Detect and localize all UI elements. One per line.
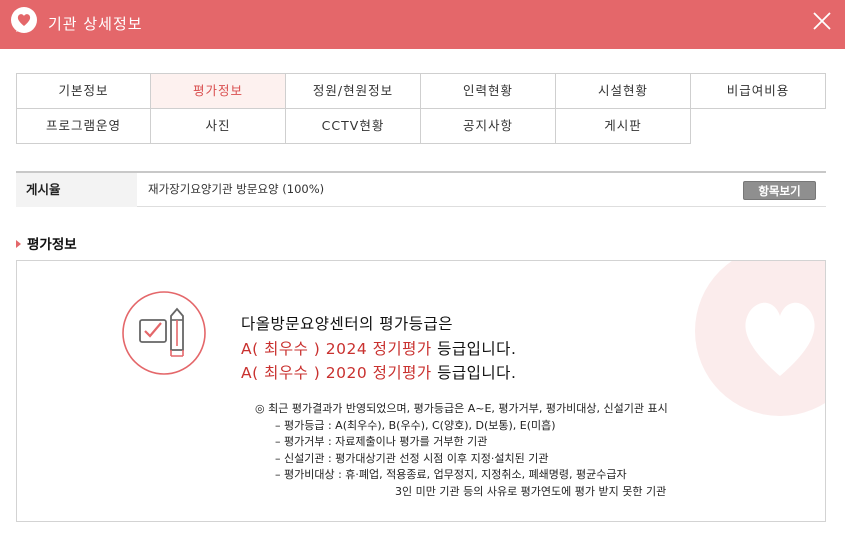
- grade-value: A( 최우수 ): [241, 340, 321, 358]
- posting-rate-row: 게시율 재가장기요양기관 방문요양 (100%) 항목보기: [16, 171, 826, 207]
- note-grades: – 평가등급 : A(최우수), B(우수), C(양호), D(보통), E(…: [275, 418, 556, 432]
- note-excluded-cont: 3인 미만 기관 등의 사유로 평가연도에 평가 받지 못한 기관: [395, 484, 667, 498]
- tab-facility-status[interactable]: 시설현황: [555, 73, 691, 109]
- heart-logo-icon: [11, 7, 37, 33]
- grade-headline: 다올방문요양센터의 평가등급은: [241, 315, 454, 333]
- close-icon[interactable]: [811, 10, 833, 32]
- tab-program[interactable]: 프로그램운영: [16, 108, 151, 144]
- tab-board[interactable]: 게시판: [555, 108, 691, 144]
- grade-notes: ◎ 최근 평가결과가 반영되었으며, 평가등급은 A~E, 평가거부, 평가비대…: [255, 401, 668, 500]
- triangle-bullet-icon: [16, 240, 21, 248]
- grade-year-type: 2020 정기평가: [325, 364, 432, 382]
- checklist-pencil-icon: [122, 291, 206, 375]
- grade-value: A( 최우수 ): [241, 364, 321, 382]
- section-title-text: 평가정보: [27, 237, 77, 253]
- tab-photos[interactable]: 사진: [150, 108, 286, 144]
- posting-rate-value: 재가장기요양기관 방문요양 (100%): [148, 182, 325, 196]
- view-items-button[interactable]: 항목보기: [743, 181, 816, 200]
- grade-year-type: 2024 정기평가: [325, 340, 432, 358]
- posting-rate-label: 게시율: [16, 173, 137, 207]
- tab-notices[interactable]: 공지사항: [420, 108, 556, 144]
- note-intro: ◎ 최근 평가결과가 반영되었으며, 평가등급은 A~E, 평가거부, 평가비대…: [255, 402, 668, 415]
- note-excluded: – 평가비대상 : 휴·폐업, 적용종료, 업무정지, 지정취소, 폐쇄명령, …: [275, 468, 627, 481]
- title-bar: 기관 상세정보: [0, 0, 845, 49]
- tab-capacity-info[interactable]: 정원/현원정보: [285, 73, 421, 109]
- grade-suffix: 등급입니다.: [437, 364, 517, 382]
- section-title: 평가정보: [16, 233, 77, 253]
- note-refused: – 평가거부 : 자료제출이나 평가를 거부한 기관: [275, 435, 488, 448]
- window-title: 기관 상세정보: [48, 15, 143, 33]
- tab-cctv[interactable]: CCTV현황: [285, 108, 421, 144]
- tab-evaluation-info[interactable]: 평가정보: [150, 73, 286, 109]
- grade-result-1: A( 최우수 ) 2024 정기평가 등급입니다.: [241, 337, 516, 359]
- grade-suffix: 등급입니다.: [437, 340, 517, 358]
- tab-staff-status[interactable]: 인력현황: [420, 73, 556, 109]
- tab-basic-info[interactable]: 기본정보: [16, 73, 151, 109]
- note-new: – 신설기관 : 평가대상기관 선정 시점 이후 지정·설치된 기관: [275, 451, 549, 465]
- tab-non-covered-cost[interactable]: 비급여비용: [690, 73, 826, 109]
- grade-result-2: A( 최우수 ) 2020 정기평가 등급입니다.: [241, 361, 516, 383]
- evaluation-panel: 다올방문요양센터의 평가등급은 A( 최우수 ) 2024 정기평가 등급입니다…: [16, 260, 826, 522]
- background-heart-icon: [695, 261, 825, 416]
